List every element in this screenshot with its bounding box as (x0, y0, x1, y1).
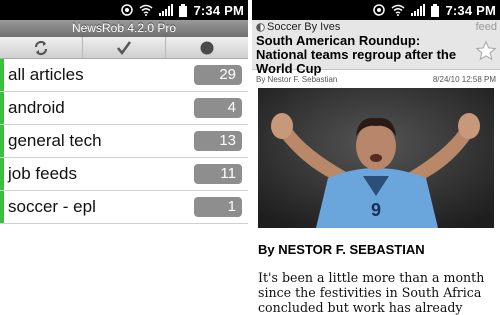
feed-source[interactable]: Soccer By Ives (256, 21, 496, 33)
svg-text:9: 9 (371, 200, 381, 220)
battery-icon (179, 3, 188, 17)
unread-indicator (0, 59, 4, 91)
feed-label: android (8, 98, 65, 117)
clock: 7:34 PM (445, 2, 496, 18)
feed-label: general tech (8, 131, 102, 150)
article-screen: 7:34 PM Soccer By Ives feed South Americ… (252, 0, 500, 315)
article-headline: South American Roundup: National teams r… (256, 33, 457, 76)
sync-icon (121, 4, 134, 16)
feed-name: Soccer By Ives (267, 21, 341, 33)
article-photo: 9 (258, 88, 494, 228)
battery-icon (431, 3, 440, 17)
list-item[interactable]: all articles 29 (0, 59, 248, 92)
star-button[interactable] (475, 40, 497, 67)
signal-icon (411, 4, 426, 16)
checkmark-icon (117, 40, 132, 55)
unread-count: 13 (194, 131, 242, 151)
unread-indicator (0, 191, 4, 223)
unread-count: 4 (194, 98, 242, 118)
feed-list: all articles 29 android 4 general tech 1… (0, 59, 248, 224)
status-bar: 7:34 PM (252, 0, 500, 20)
refresh-button[interactable] (0, 37, 83, 58)
player-photo: 9 (258, 88, 494, 228)
unread-count: 29 (194, 65, 242, 85)
feed-tag: feed (475, 21, 497, 33)
refresh-icon (34, 40, 48, 55)
wifi-icon (139, 4, 153, 16)
unread-count: 11 (194, 164, 242, 184)
list-item[interactable]: android 4 (0, 92, 248, 125)
feed-label: all articles (8, 65, 84, 84)
feed-label: job feeds (8, 164, 77, 183)
unread-indicator (0, 125, 4, 157)
article-header: Soccer By Ives feed South American Round… (252, 20, 500, 76)
list-item[interactable]: general tech 13 (0, 125, 248, 158)
article-body: It's been a little more than a month sin… (258, 270, 485, 315)
article-byline: By NESTOR F. SEBASTIAN (258, 242, 425, 257)
clock: 7:34 PM (193, 2, 244, 18)
list-item[interactable]: job feeds 11 (0, 158, 248, 191)
newsrob-screen: 7:34 PM NewsRob 4.2.0 Pro all articles 2… (0, 0, 248, 315)
circle-icon (200, 41, 214, 54)
feed-label: soccer - epl (8, 197, 96, 216)
unread-count: 1 (194, 197, 242, 217)
mark-all-read-button[interactable] (83, 37, 166, 58)
wifi-icon (391, 4, 405, 16)
unread-indicator (0, 92, 4, 124)
star-icon (475, 40, 497, 61)
toggle-unread-button[interactable] (166, 37, 248, 58)
signal-icon (159, 4, 174, 16)
list-item[interactable]: soccer - epl 1 (0, 191, 248, 224)
app-title: NewsRob 4.2.0 Pro (0, 20, 248, 37)
sync-icon (373, 4, 386, 16)
status-bar: 7:34 PM (0, 0, 248, 20)
half-circle-icon (256, 22, 265, 32)
toolbar (0, 37, 248, 59)
unread-indicator (0, 158, 4, 190)
